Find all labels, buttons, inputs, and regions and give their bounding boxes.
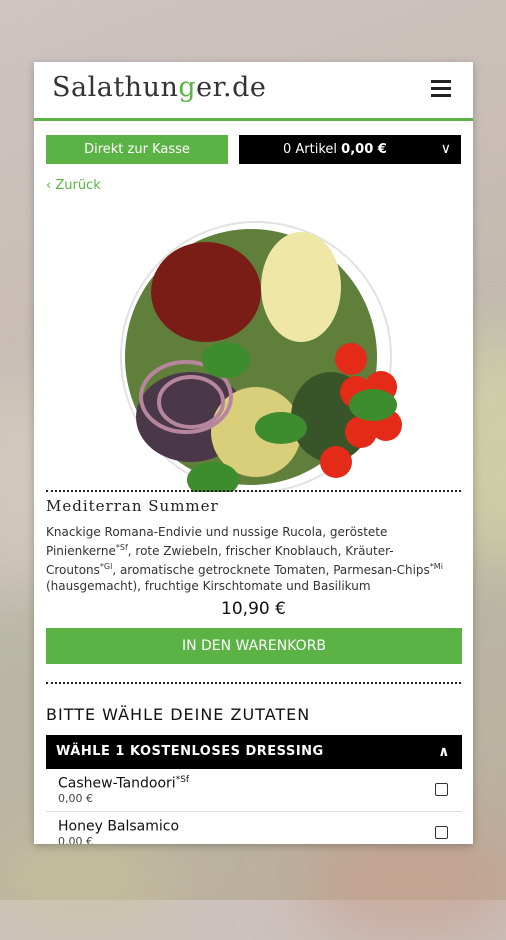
cart-count: 0 Artikel bbox=[283, 142, 342, 157]
divider bbox=[46, 490, 461, 492]
leaf-g: g bbox=[178, 72, 197, 103]
salad-image bbox=[120, 221, 402, 492]
cart-summary[interactable]: 0 Artikel 0,00 € ∨ bbox=[239, 135, 461, 164]
dressing-header-label: WÄHLE 1 KOSTENLOSES DRESSING bbox=[56, 744, 324, 759]
dressing-name: Cashew-Tandoori*Sf bbox=[58, 775, 190, 792]
product-title: Mediterran Summer bbox=[46, 497, 219, 515]
dressing-option[interactable]: Honey Balsamico 0,00 € bbox=[46, 812, 462, 844]
ingredients-heading: BITTE WÄHLE DEINE ZUTATEN bbox=[46, 705, 311, 724]
checkout-button[interactable]: Direkt zur Kasse bbox=[46, 135, 228, 164]
dressing-section-header[interactable]: WÄHLE 1 KOSTENLOSES DRESSING ∧ bbox=[46, 735, 462, 769]
dressing-price: 0,00 € bbox=[58, 835, 93, 844]
hamburger-menu-icon[interactable] bbox=[431, 80, 451, 101]
dressing-name: Honey Balsamico bbox=[58, 818, 180, 835]
chevron-down-icon[interactable]: ∨ bbox=[441, 135, 451, 164]
app-card: Salathunger.de Direkt zur Kasse 0 Artike… bbox=[34, 62, 473, 844]
app-header: Salathunger.de bbox=[34, 62, 473, 121]
divider bbox=[46, 682, 461, 684]
add-to-cart-button[interactable]: IN DEN WARENKORB bbox=[46, 628, 462, 664]
product-price: 10,90 € bbox=[221, 599, 286, 619]
dressing-option[interactable]: Cashew-Tandoori*Sf 0,00 € bbox=[46, 769, 462, 812]
topbar: Direkt zur Kasse 0 Artikel 0,00 € ∨ bbox=[46, 135, 461, 164]
product-description: Knackige Romana-Endivie und nussige Ruco… bbox=[46, 525, 443, 593]
chevron-up-icon[interactable]: ∧ bbox=[438, 735, 450, 769]
dressing-price: 0,00 € bbox=[58, 792, 93, 805]
cart-total: 0,00 € bbox=[341, 142, 387, 157]
brand-logo[interactable]: Salathunger.de bbox=[52, 72, 266, 103]
dressing-checkbox[interactable] bbox=[435, 783, 448, 796]
dressing-checkbox[interactable] bbox=[435, 826, 448, 839]
back-link[interactable]: ‹ Zurück bbox=[46, 178, 101, 193]
